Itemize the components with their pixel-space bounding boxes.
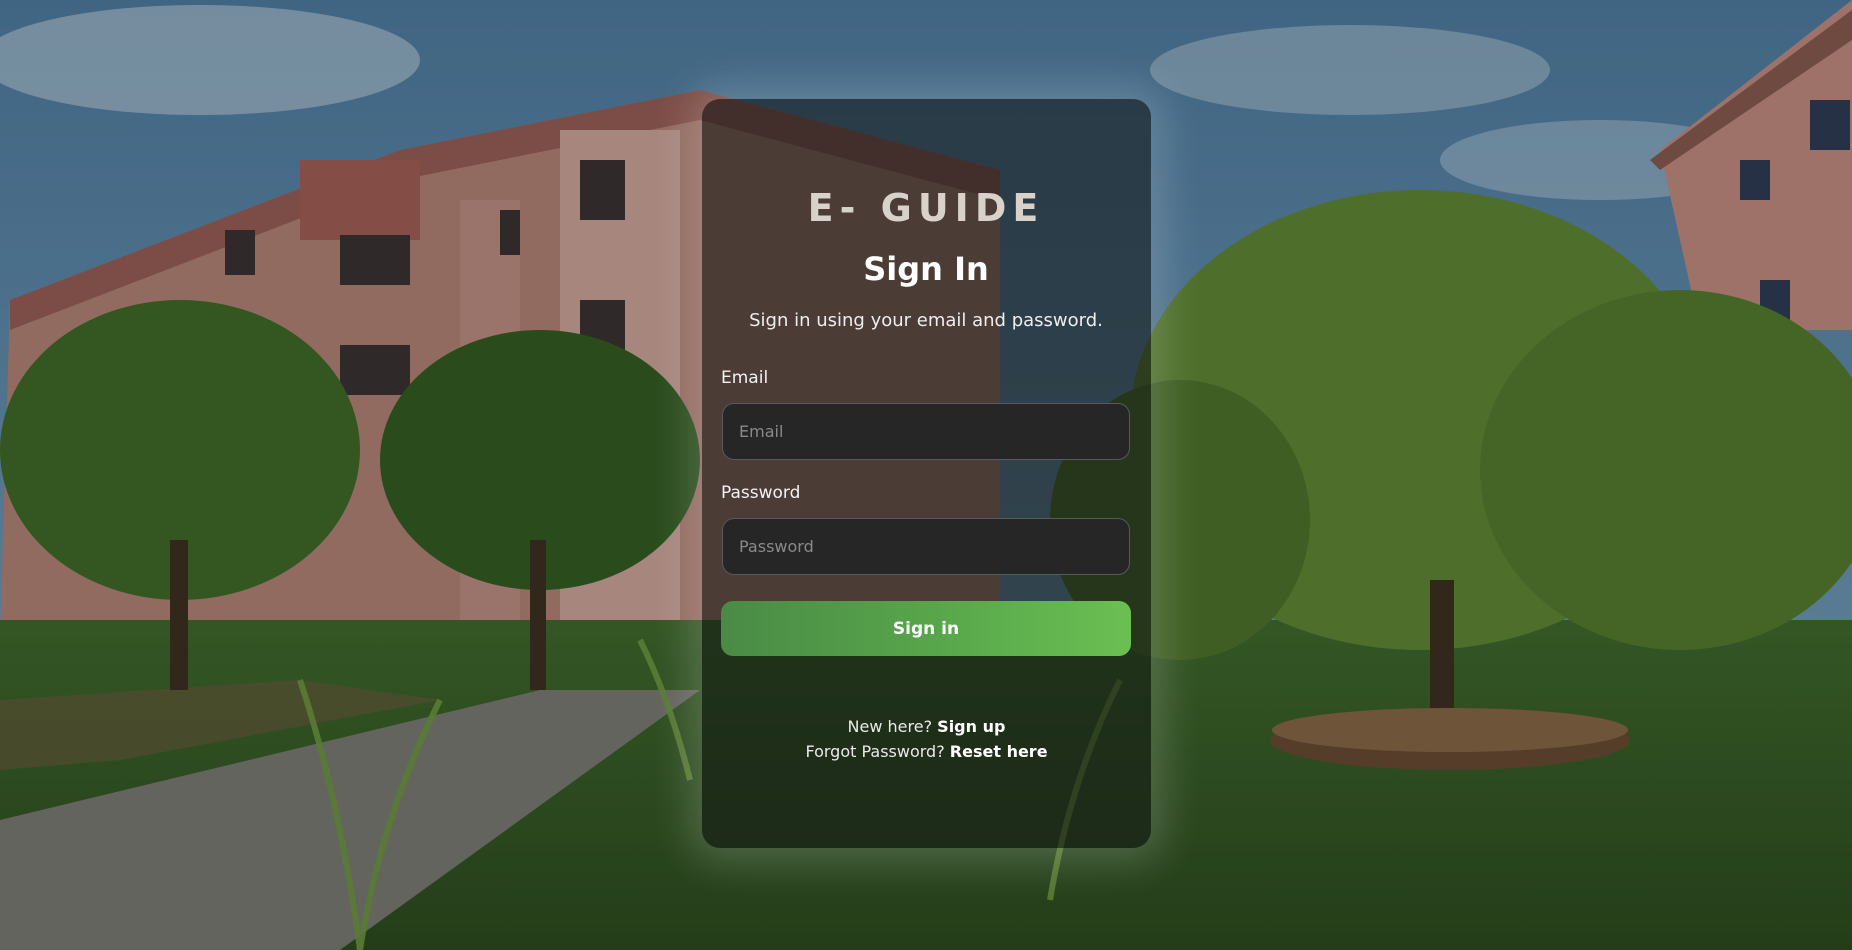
signup-row: New here? Sign up	[702, 717, 1151, 736]
password-field[interactable]	[722, 518, 1130, 575]
reset-password-row: Forgot Password? Reset here	[702, 742, 1151, 761]
signup-prompt: New here?	[847, 717, 933, 736]
reset-prompt: Forgot Password?	[805, 742, 945, 761]
sign-up-link[interactable]: Sign up	[937, 717, 1005, 736]
email-label: Email	[721, 368, 769, 388]
email-field[interactable]	[722, 403, 1130, 460]
sign-in-subtitle: Sign in using your email and password.	[749, 310, 1103, 331]
reset-password-link[interactable]: Reset here	[950, 742, 1048, 761]
password-label: Password	[721, 483, 801, 503]
page-title: Sign In	[863, 250, 989, 288]
sign-in-button[interactable]: Sign in	[721, 601, 1131, 656]
brand-title: E- GUIDE	[807, 186, 1045, 230]
